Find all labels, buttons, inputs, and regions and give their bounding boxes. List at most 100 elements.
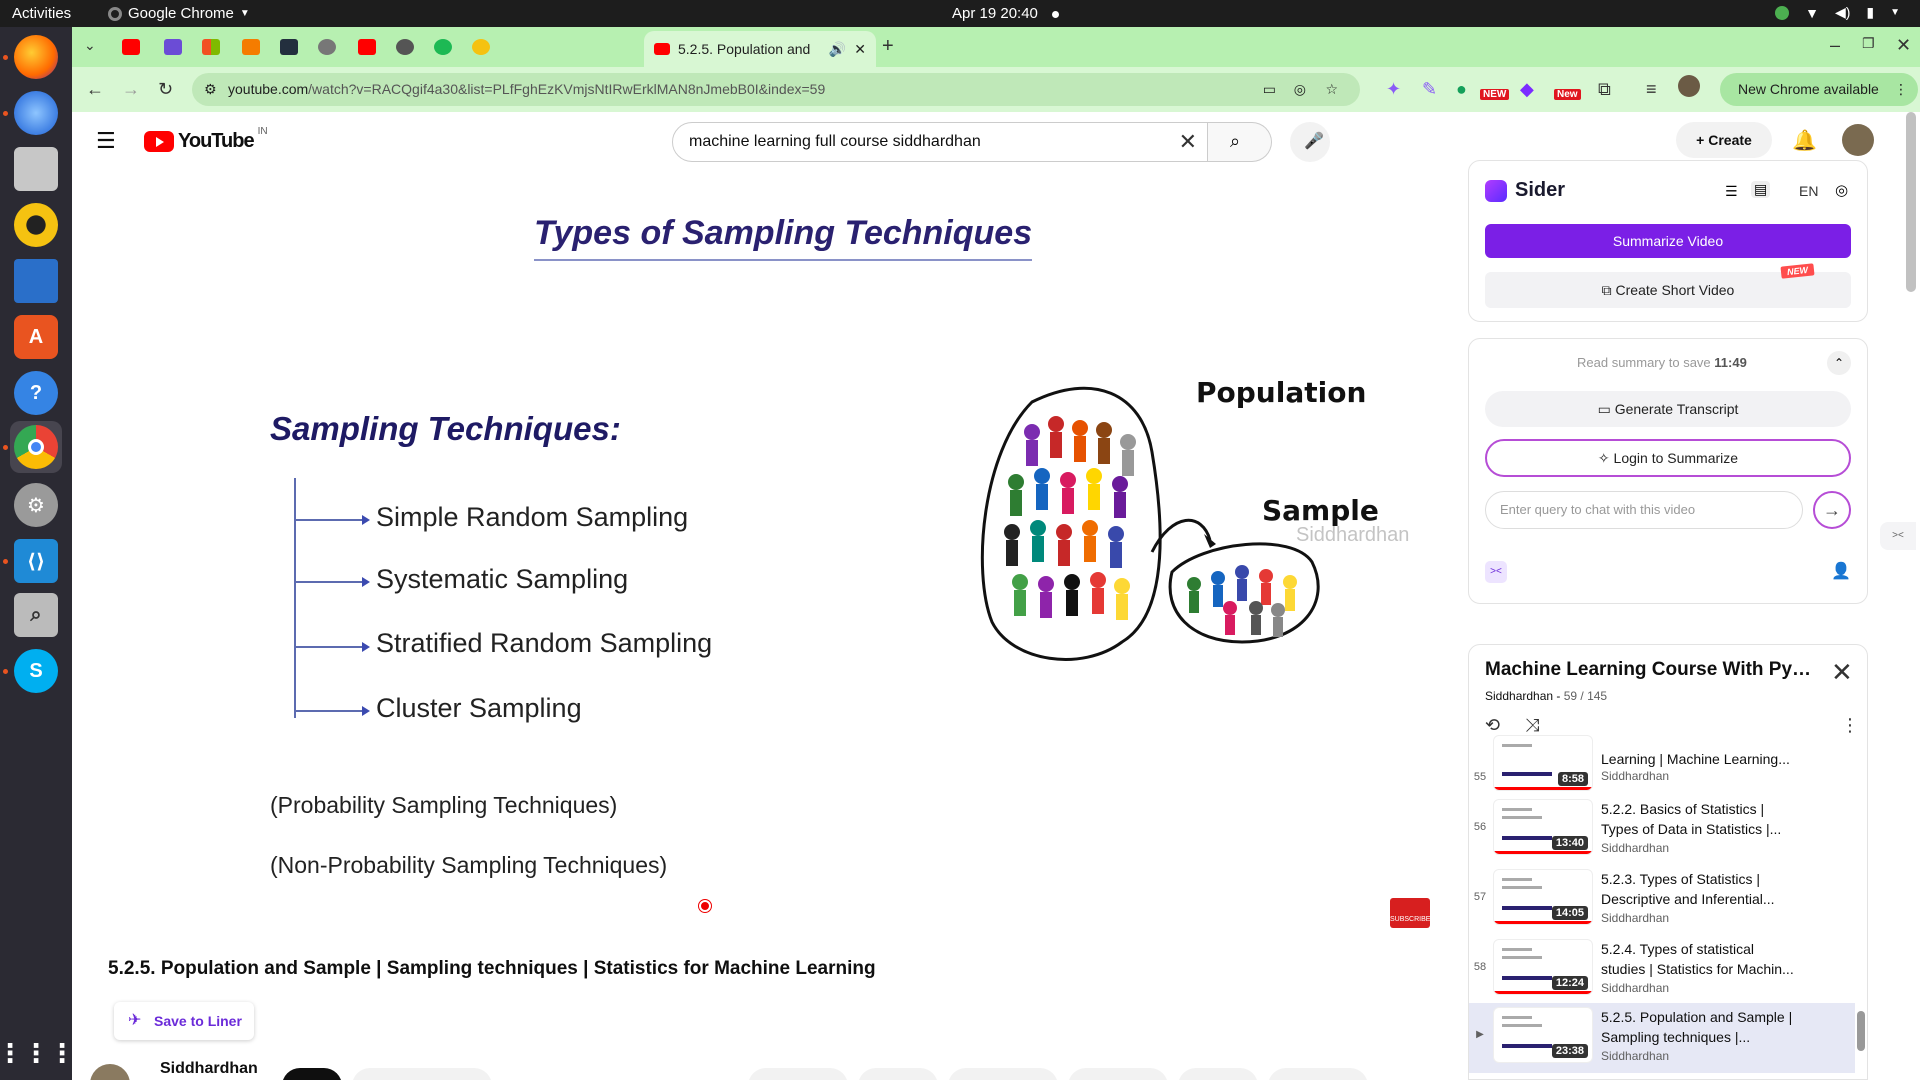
tab-globe-icon[interactable] [318,39,336,55]
skype-launcher[interactable]: S [10,645,62,697]
app-menu[interactable]: Google Chrome ▼ [108,5,250,22]
language-selector[interactable]: EN [1799,183,1818,199]
clip-button[interactable] [1178,1068,1258,1080]
restore-icon[interactable]: ❐ [1862,35,1875,52]
voice-search-button[interactable]: 🎤 [1290,122,1330,162]
extension-grammarly-icon[interactable]: ● [1456,79,1467,100]
page-scrollbar[interactable] [1906,112,1916,292]
search-button[interactable]: ⌕ [1208,122,1272,162]
address-bar[interactable]: ⚙ youtube.com/watch?v=RACQgif4a30&list=P… [192,73,1360,106]
list-view-icon[interactable]: ☰ [1725,183,1738,200]
writer-launcher[interactable] [10,255,62,307]
close-window-icon[interactable]: ✕ [1896,35,1911,56]
extension-purple-icon[interactable]: ◆ [1520,79,1534,100]
like-dislike-button[interactable] [748,1068,848,1080]
playlist-title[interactable]: Machine Learning Course With Pyth... [1485,659,1815,681]
new-chrome-available-button[interactable]: New Chrome available ⋮ [1720,73,1918,106]
tab-docs-icon[interactable] [164,39,182,55]
subscribe-badge[interactable]: SUBSCRIBE [1390,898,1430,928]
hamburger-menu-icon[interactable]: ☰ [96,128,116,154]
loop-icon[interactable]: ⟲ [1485,715,1500,736]
playlist-scrollbar[interactable] [1857,1011,1865,1051]
bookmark-star-icon[interactable]: ☆ [1325,73,1338,106]
tab-youtube-icon[interactable] [122,39,140,55]
tab-package-icon[interactable] [242,39,260,55]
playlist-item[interactable]: 56 13:40 5.2.2. Basics of Statistics | T… [1469,795,1855,865]
back-arrow-icon[interactable]: ← [86,79,104,100]
tab-active[interactable]: 5.2.5. Population and 🔊 ✕ [644,31,876,67]
cast-icon[interactable]: ▭ [1263,73,1276,106]
speaker-icon[interactable]: 🔊 [829,41,846,58]
minimize-icon[interactable]: – [1830,35,1840,56]
sider-side-tab-icon[interactable]: >< [1880,522,1916,550]
extension-new-badge-2[interactable]: New [1554,89,1581,100]
share-button[interactable] [858,1068,938,1080]
account-avatar[interactable] [1842,124,1874,156]
tab-coursera-icon[interactable] [472,39,490,55]
join-button[interactable] [282,1068,342,1080]
playlist-item-current[interactable]: ▶ 23:38 5.2.5. Population and Sample | S… [1469,1003,1855,1073]
save-to-liner-button[interactable]: ✈ Save to Liner [114,1002,254,1040]
search-tool-launcher[interactable]: ⌕ [10,589,62,641]
create-short-video-button[interactable]: ⧉ Create Short Video [1485,272,1851,308]
chrome-launcher[interactable] [10,421,62,473]
search-input[interactable]: machine learning full course siddhardhan… [672,122,1208,162]
tab-aws-icon[interactable] [280,39,298,55]
media-controls-icon[interactable]: ≡ [1646,79,1657,100]
caption-view-icon[interactable]: ▤ [1751,181,1771,198]
extensions-puzzle-icon[interactable]: ⧉ [1598,79,1611,100]
app-center-launcher[interactable]: A [10,311,62,363]
eye-slash-icon[interactable]: ◎ [1294,73,1306,106]
reload-icon[interactable]: ↻ [158,79,173,100]
show-apps-button[interactable]: ⋮⋮⋮ [0,1027,75,1079]
extension-pen-icon[interactable]: ✎ [1422,79,1437,100]
playlist-item[interactable]: 57 14:05 5.2.3. Types of Statistics | De… [1469,865,1855,935]
new-tab-plus-icon[interactable]: + [882,35,894,58]
generate-transcript-button[interactable]: ▭ Generate Transcript [1485,391,1851,427]
files-launcher[interactable] [10,143,62,195]
download-button[interactable] [948,1068,1058,1080]
channel-name[interactable]: Siddhardhan [160,1060,258,1078]
close-playlist-icon[interactable]: ✕ [1831,657,1853,688]
notifications-bell-icon[interactable]: 🔔 [1792,128,1817,153]
summarize-video-button[interactable]: Summarize Video [1485,224,1851,258]
thanks-button[interactable] [1068,1068,1168,1080]
sider-mini-icon[interactable]: >< [1485,561,1507,583]
playlist-channel[interactable]: Siddhardhan [1485,689,1553,703]
channel-avatar[interactable] [90,1064,130,1080]
subscribe-button[interactable] [352,1068,492,1080]
extension-new-badge[interactable]: NEW [1480,89,1510,100]
tab-search-chevron-icon[interactable]: ⌄ [84,37,96,54]
activities-button[interactable]: Activities [12,5,71,22]
tab-spotify-icon[interactable] [434,39,452,55]
clock[interactable]: Apr 19 20:40 [952,5,1059,22]
help-launcher[interactable]: ? [10,367,62,419]
save-button[interactable] [1268,1068,1368,1080]
user-icon[interactable]: 👤 [1831,561,1851,581]
close-tab-icon[interactable]: ✕ [854,41,866,58]
system-tray[interactable]: ▼ ◀) ▮ ▼ [1775,4,1900,21]
rhythmbox-launcher[interactable] [10,199,62,251]
sider-settings-icon[interactable]: ◎ [1835,181,1848,199]
settings-launcher[interactable]: ⚙ [10,479,62,531]
profile-avatar[interactable] [1678,75,1700,97]
playlist-item[interactable]: 58 12:24 5.2.4. Types of statistical stu… [1469,935,1855,1005]
collapse-chevron-icon[interactable]: ⌃ [1827,351,1851,375]
tab-microsoft-icon[interactable] [202,39,220,55]
site-info-icon[interactable]: ⚙ [204,73,217,106]
tab-openai-icon[interactable] [396,39,414,55]
shuffle-icon[interactable]: ⤨ [1525,715,1539,736]
playlist-menu-icon[interactable]: ⋮ [1841,715,1859,736]
extension-sider-icon[interactable]: ✦ [1386,79,1401,100]
firefox-launcher[interactable] [10,31,62,83]
youtube-logo[interactable]: YouTube IN [144,126,268,153]
tab-youtube-icon[interactable] [358,39,376,55]
vscode-launcher[interactable]: ⟨⟩ [10,535,62,587]
forward-arrow-icon[interactable]: → [122,79,140,100]
clear-search-icon[interactable]: ✕ [1179,123,1197,161]
send-arrow-icon[interactable]: → [1813,491,1851,529]
login-to-summarize-button[interactable]: ✧ Login to Summarize [1485,439,1851,477]
video-player[interactable]: Types of Sampling Techniques Sampling Te… [72,172,1512,937]
thunderbird-launcher[interactable] [10,87,62,139]
create-button[interactable]: + Create [1676,122,1772,158]
